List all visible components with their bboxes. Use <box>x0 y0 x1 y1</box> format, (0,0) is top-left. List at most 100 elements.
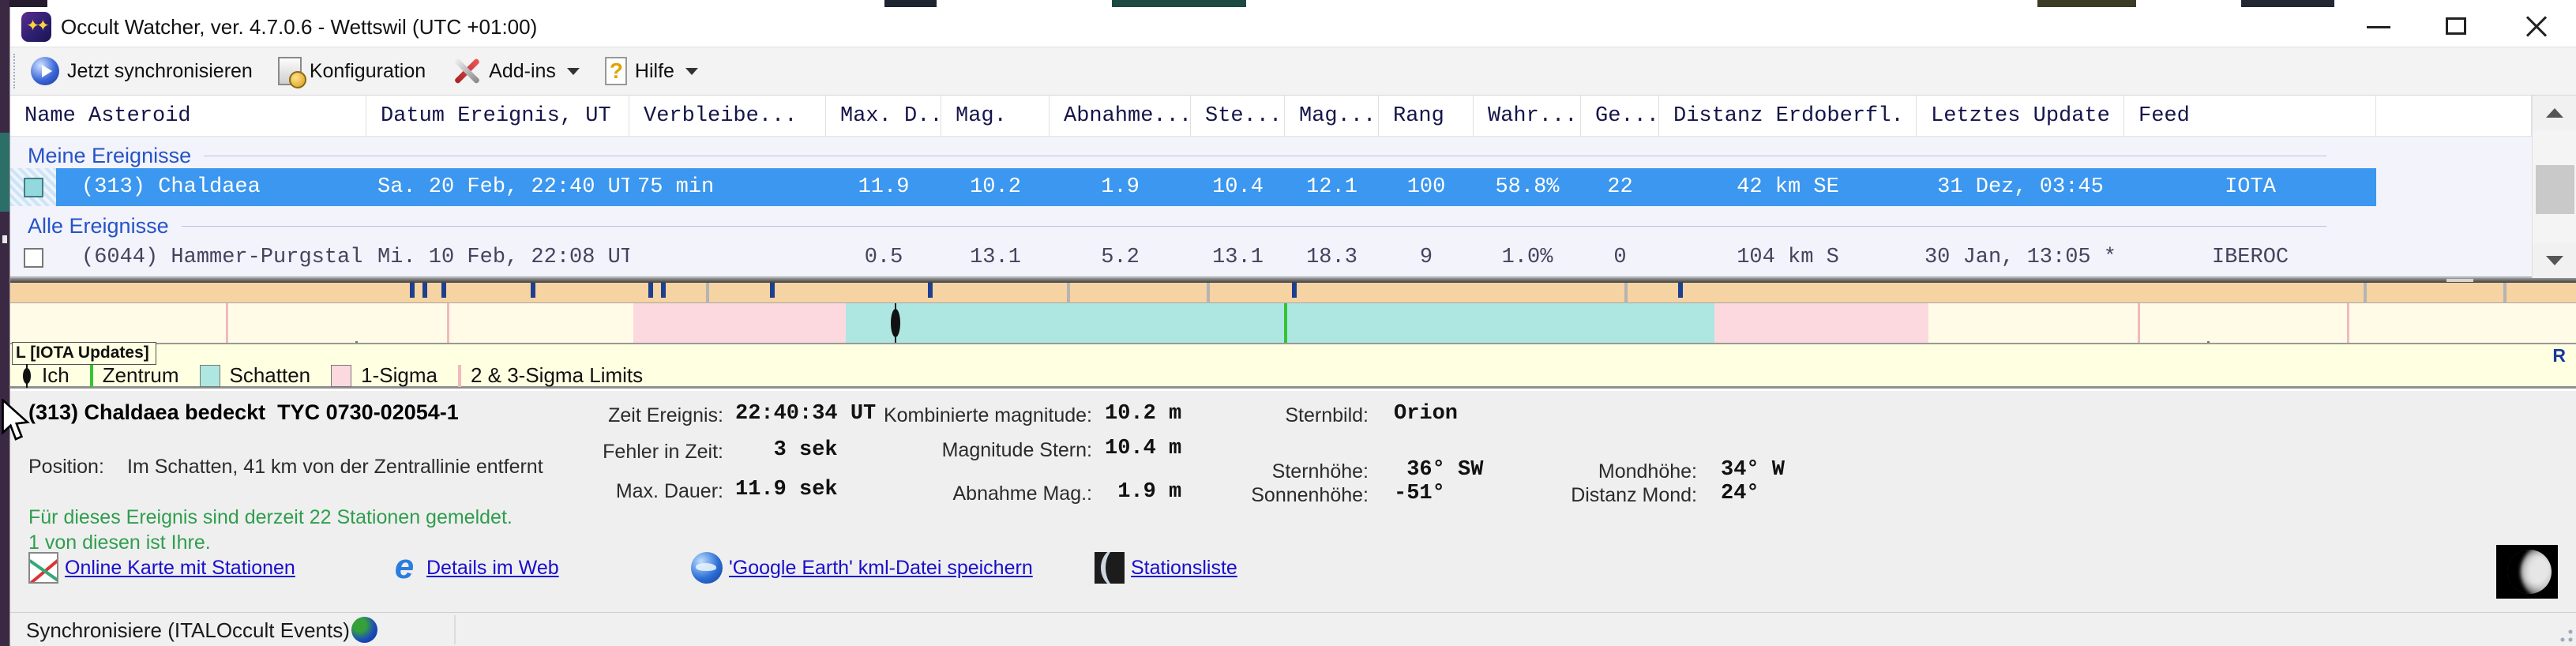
column-header[interactable]: Name Asteroid <box>10 96 366 137</box>
cell: Sa. 20 Feb, 22:40 UT <box>366 168 629 206</box>
online-map-link[interactable]: Online Karte mit Stationen <box>28 552 295 584</box>
cell: 13.1 <box>1191 238 1285 276</box>
column-header[interactable]: Verbleibe... <box>629 96 826 137</box>
field-label: Fehler in Zeit: <box>484 441 723 464</box>
close-button[interactable] <box>2499 7 2573 47</box>
column-header[interactable]: Ste... <box>1191 96 1285 137</box>
title-bar[interactable]: ✦✦ Occult Watcher, ver. 4.7.0.6 - Wettsw… <box>10 7 2576 47</box>
column-header[interactable]: Mag... <box>1285 96 1379 137</box>
chevron-down-icon <box>567 68 580 75</box>
header-row: Name AsteroidDatum Ereignis, UTVerbleibe… <box>10 96 2532 137</box>
maximize-button[interactable] <box>2420 7 2494 47</box>
legend-label: 1-Sigma <box>361 363 437 388</box>
column-header[interactable] <box>2376 96 2532 137</box>
globe-icon <box>691 552 723 584</box>
field-value: 24° <box>1721 482 1759 505</box>
sigma23-line-icon <box>458 365 461 387</box>
scroll-up-button[interactable] <box>2533 96 2576 130</box>
column-header[interactable]: Abnahme... <box>1050 96 1191 137</box>
desktop-fragment <box>0 133 9 212</box>
tick-gray <box>2364 283 2367 303</box>
table-row[interactable]: (313) ChaldaeaSa. 20 Feb, 22:40 UT75 min… <box>10 168 2532 206</box>
tick-navy <box>410 283 415 298</box>
column-header[interactable]: Datum Ereignis, UT <box>366 96 629 137</box>
group-header-all-events: Alle Ereignisse <box>10 213 2532 238</box>
column-header[interactable]: Letztes Update <box>1917 96 2124 137</box>
cell: 31 Dez, 03:45 <box>1917 168 2124 206</box>
column-header[interactable]: Mag. <box>941 96 1050 137</box>
center-line <box>1284 303 1287 343</box>
field-value: 11.9 sek <box>735 478 838 501</box>
shadow-swatch-icon <box>200 365 220 387</box>
column-header[interactable]: Rang <box>1379 96 1474 137</box>
column-header[interactable]: Distanz Erdoberfl. <box>1659 96 1917 137</box>
stations-reported-text: Für dieses Ereignis sind derzeit 22 Stat… <box>28 506 513 529</box>
field-label: Sternhöhe: <box>1195 460 1369 483</box>
event-checkbox[interactable] <box>24 178 43 197</box>
legend-item-ich: Ich <box>21 363 69 388</box>
column-header[interactable]: Ge... <box>1581 96 1659 137</box>
cell <box>629 238 826 276</box>
google-earth-kml-link[interactable]: 'Google Earth' kml-Datei speichern <box>691 552 1033 584</box>
column-header[interactable]: Max. D... <box>826 96 941 137</box>
field-label: Zeit Ereignis: <box>484 404 723 427</box>
line-sigma23 <box>2347 303 2349 343</box>
field-value: 22:40:34 UT <box>735 402 876 426</box>
event-checkbox[interactable] <box>24 248 43 268</box>
checkbox-zone <box>10 238 56 276</box>
position-value: Im Schatten, 41 km von der Zentrallinie … <box>127 456 543 479</box>
configuration-button[interactable]: Konfiguration <box>265 51 438 92</box>
toolbar: Jetzt synchronisieren Konfiguration Add-… <box>10 47 2576 96</box>
desktop-fragment <box>1112 0 1246 7</box>
sync-now-button[interactable]: Jetzt synchronisieren <box>18 51 265 92</box>
region-shadow <box>846 303 1714 343</box>
tick-navy <box>1678 283 1683 298</box>
station-marker-icon <box>21 364 32 388</box>
station-list-icon <box>1095 552 1125 584</box>
center-line-icon <box>90 365 93 387</box>
app-window: ✦✦ Occult Watcher, ver. 4.7.0.6 - Wettsw… <box>9 7 2576 646</box>
tick-navy <box>661 283 666 298</box>
legend-label: Zentrum <box>103 363 179 388</box>
app-icon: ✦✦ <box>21 12 51 42</box>
browser-icon: e <box>389 552 420 584</box>
field-label: Magnitude Stern: <box>863 439 1092 462</box>
tick-gray <box>1067 283 1070 303</box>
cell: 5.2 <box>1050 238 1191 276</box>
desktop-fragment <box>2241 0 2334 7</box>
cell: 18.3 <box>1285 238 1379 276</box>
timeline-right-label: R <box>2552 345 2566 366</box>
line-sigma23 <box>2138 303 2140 343</box>
cell: 30 Jan, 13:05 * <box>1917 238 2124 276</box>
resize-grip[interactable] <box>2553 622 2574 643</box>
configuration-label: Konfiguration <box>310 60 426 83</box>
help-menu[interactable]: Hilfe <box>592 51 711 92</box>
tick-navy <box>928 283 933 298</box>
cell: 22 <box>1581 168 1659 206</box>
minimize-button[interactable] <box>2341 7 2416 47</box>
scrollbar-thumb[interactable] <box>2536 165 2574 214</box>
tick-gray <box>706 283 709 303</box>
legend-item-23sigma: 2 & 3-Sigma Limits <box>458 363 643 388</box>
station-list-link[interactable]: Stationsliste <box>1095 552 1237 584</box>
column-header[interactable]: Feed <box>2124 96 2376 137</box>
cell: 104 km S <box>1659 238 1917 276</box>
group-header-my-events: Meine Ereignisse <box>10 143 2532 168</box>
details-web-link[interactable]: e Details im Web <box>389 552 559 584</box>
window-title: Occult Watcher, ver. 4.7.0.6 - Wettswil … <box>61 7 537 47</box>
sync-icon <box>31 57 59 85</box>
table-row[interactable]: (6044) Hammer-PurgstalMi. 10 Feb, 22:08 … <box>10 238 2532 276</box>
cell: 100 <box>1379 168 1474 206</box>
cell: 9 <box>1379 238 1474 276</box>
field-value: Orion <box>1394 402 1458 426</box>
scroll-down-button[interactable] <box>2533 243 2576 278</box>
column-header[interactable]: Wahr... <box>1474 96 1581 137</box>
field-label: Max. Dauer: <box>484 480 723 503</box>
timeline-strip <box>10 283 2576 303</box>
cell: 10.2 <box>941 168 1050 206</box>
sigma1-swatch-icon <box>331 365 351 387</box>
addins-menu[interactable]: Add-ins <box>438 51 592 92</box>
sync-globe-icon <box>351 617 377 643</box>
help-label: Hilfe <box>635 60 674 83</box>
vertical-scrollbar[interactable] <box>2532 96 2576 278</box>
